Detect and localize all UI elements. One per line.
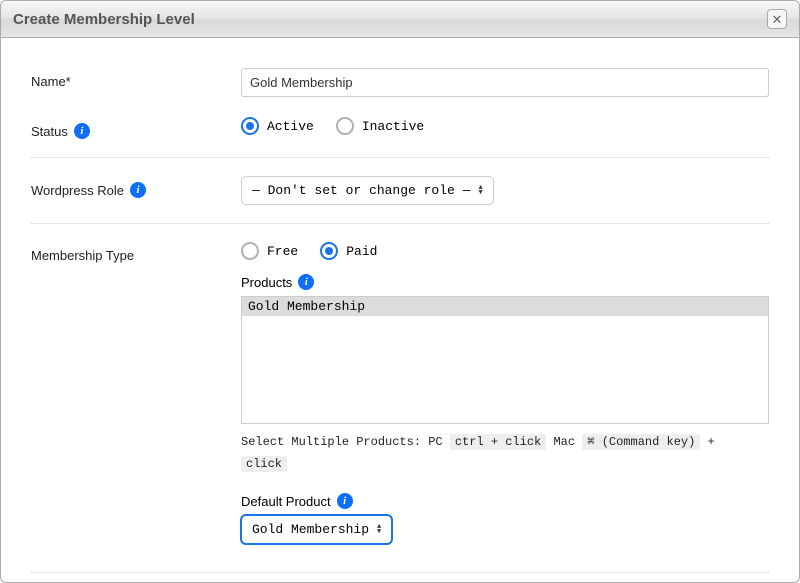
hint-plus: + — [708, 435, 715, 449]
dialog-titlebar[interactable]: Create Membership Level ✕ — [1, 1, 799, 38]
row-wp-role: Wordpress Role i — Don't set or change r… — [31, 166, 769, 215]
default-product-select[interactable]: Gold Membership ▲▼ — [241, 515, 392, 544]
field-name — [241, 68, 769, 97]
status-active-label: Active — [267, 119, 314, 134]
radio-icon — [320, 242, 338, 260]
label-wp-role: Wordpress Role i — [31, 176, 241, 198]
label-name-text: Name* — [31, 74, 71, 89]
radio-icon — [241, 117, 259, 135]
close-button[interactable]: ✕ — [767, 9, 787, 29]
label-status: Status i — [31, 117, 241, 139]
row-membership-type: Membership Type Free Paid Products i — [31, 232, 769, 554]
field-membership-type: Free Paid Products i Gold Membership Sel… — [241, 242, 769, 544]
chevron-updown-icon: ▲▼ — [377, 525, 381, 535]
default-product-select-value: Gold Membership — [252, 522, 369, 537]
row-status: Status i Active Inactive — [31, 107, 769, 149]
label-membership-type-text: Membership Type — [31, 248, 134, 263]
hint-pc-keys: ctrl + click — [450, 434, 546, 450]
chevron-updown-icon: ▲▼ — [478, 186, 482, 196]
membership-paid-label: Paid — [346, 244, 377, 259]
hint-mac-label: Mac — [553, 435, 575, 449]
field-wp-role: — Don't set or change role — ▲▼ — [241, 176, 769, 205]
label-status-text: Status — [31, 124, 68, 139]
info-icon[interactable]: i — [130, 182, 146, 198]
products-option[interactable]: Gold Membership — [242, 297, 768, 316]
products-multiselect[interactable]: Gold Membership — [241, 296, 769, 424]
label-wp-role-text: Wordpress Role — [31, 183, 124, 198]
default-product-label: Default Product — [241, 494, 331, 509]
status-inactive-label: Inactive — [362, 119, 424, 134]
wp-role-select[interactable]: — Don't set or change role — ▲▼ — [241, 176, 494, 205]
membership-free-label: Free — [267, 244, 298, 259]
dialog-body: Name* Status i Active Ina — [1, 38, 799, 583]
name-input[interactable] — [241, 68, 769, 97]
hint-click: click — [241, 456, 287, 472]
info-icon[interactable]: i — [337, 493, 353, 509]
dialog: Create Membership Level ✕ Name* Status i — [0, 0, 800, 583]
wp-role-select-value: — Don't set or change role — — [252, 183, 470, 198]
close-icon: ✕ — [772, 13, 783, 26]
divider — [31, 572, 769, 573]
radio-icon — [241, 242, 259, 260]
membership-paid-radio[interactable]: Paid — [320, 242, 377, 260]
info-icon[interactable]: i — [74, 123, 90, 139]
default-product-label-row: Default Product i — [241, 493, 769, 509]
membership-free-radio[interactable]: Free — [241, 242, 298, 260]
status-active-radio[interactable]: Active — [241, 117, 314, 135]
divider — [31, 157, 769, 158]
membership-type-radio-group: Free Paid — [241, 242, 769, 260]
label-membership-type: Membership Type — [31, 242, 241, 263]
info-icon[interactable]: i — [298, 274, 314, 290]
row-name: Name* — [31, 58, 769, 107]
field-status: Active Inactive — [241, 117, 769, 135]
dialog-title: Create Membership Level — [13, 11, 195, 28]
radio-icon — [336, 117, 354, 135]
multiselect-hint: Select Multiple Products: PC ctrl + clic… — [241, 432, 769, 475]
status-inactive-radio[interactable]: Inactive — [336, 117, 424, 135]
label-name: Name* — [31, 68, 241, 89]
hint-mac-keys: ⌘ (Command key) — [582, 434, 700, 450]
status-radio-group: Active Inactive — [241, 117, 769, 135]
divider — [31, 223, 769, 224]
hint-prefix: Select Multiple Products: PC — [241, 435, 443, 449]
products-label-row: Products i — [241, 274, 769, 290]
products-label: Products — [241, 275, 292, 290]
